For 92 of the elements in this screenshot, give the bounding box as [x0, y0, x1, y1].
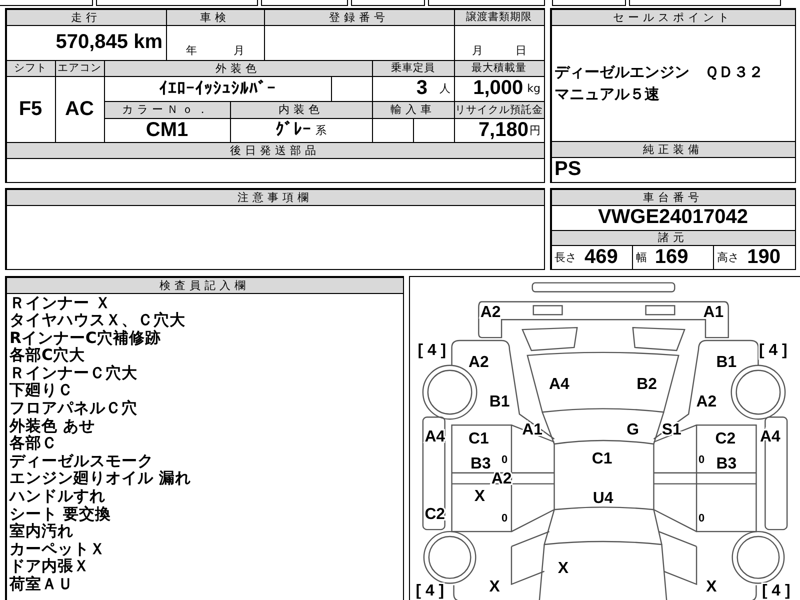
inspector-note: Ｒインナー Ｘ — [10, 294, 112, 312]
inspector-note: ＲインナーＣ穴大 — [10, 364, 138, 382]
damage-code: B3 — [716, 455, 737, 472]
dimension-label: 幅 — [636, 250, 647, 264]
damage-code: B3 — [470, 455, 491, 472]
damage-code: A2 — [480, 304, 501, 322]
damage-code: 0 — [698, 512, 705, 525]
chassis-number-value: VWGE24017042 — [598, 206, 748, 229]
inspector-note: フロアパネルＣ穴 — [10, 400, 138, 418]
damage-code: X — [558, 560, 569, 577]
unit-label: 円 — [530, 122, 540, 138]
inspector-note: ハンドルすれ — [10, 488, 106, 506]
mileage-value: 570,845 km — [56, 31, 162, 54]
max-load-value: 1,000 — [473, 77, 524, 100]
inspector-note: 各部C穴大 — [10, 347, 86, 365]
color-number-value: CM1 — [146, 118, 188, 142]
dimension-label: 長さ — [554, 250, 576, 264]
damage-code: A2 — [468, 354, 489, 371]
damage-code: A1 — [703, 304, 724, 322]
inspector-note: シート 要交換 — [10, 506, 112, 523]
header-cell: 注意事項欄 — [6, 190, 544, 204]
damage-code: [ 4 ] — [759, 342, 788, 359]
header-cell: リサイクル預託金 — [454, 102, 544, 118]
header-cell: エアコン — [56, 60, 104, 76]
damage-code: G — [626, 422, 640, 439]
header-cell: 車検 — [166, 10, 264, 24]
damage-code: C1 — [592, 450, 612, 468]
damage-code: [ 4 ] — [762, 582, 790, 600]
interior-color-value: ｸﾞﾚｰ — [276, 120, 312, 140]
inspector-note: カーペットＸ — [10, 540, 106, 558]
damage-code: C2 — [424, 506, 446, 524]
damage-code: X — [474, 488, 485, 506]
aircon-value: AC — [65, 98, 94, 120]
dimension-value: 190 — [747, 246, 781, 268]
damage-code: C2 — [715, 430, 736, 448]
unit-label: 月 — [233, 42, 244, 58]
inspector-note: タイヤハウスＸ、Ｃ穴大 — [10, 312, 186, 330]
dimension-value: 469 — [584, 246, 618, 268]
damage-code: 0 — [501, 454, 508, 466]
header-cell: 譲渡書類期限 — [454, 10, 544, 24]
damage-code: B2 — [636, 376, 657, 393]
equipment-value: PS — [554, 158, 582, 181]
damage-code: A4 — [549, 376, 570, 393]
damage-code: [ 4 ] — [418, 342, 446, 359]
inspector-note: エンジン廻りオイル 漏れ — [10, 470, 192, 488]
header-cell: 純正装備 — [552, 142, 794, 156]
damage-code: [ 4 ] — [416, 582, 444, 600]
damage-code: U4 — [592, 490, 614, 508]
inspector-note: 室内汚れ — [10, 523, 74, 541]
header-cell: 輸入車 — [372, 102, 454, 118]
damage-code: B1 — [489, 394, 510, 411]
unit-label: 年 — [186, 42, 197, 58]
inspector-note: RインナーC穴補修跡 — [10, 330, 162, 347]
header-cell: セールスポイント — [552, 10, 794, 24]
header-cell: 外装色 — [104, 60, 372, 76]
damage-code: X — [489, 578, 500, 596]
unit-label: 日 — [515, 42, 526, 58]
header-cell: シフト — [6, 60, 54, 76]
header-cell: カラーＮｏ． — [104, 102, 230, 118]
header-cell: 検査員記入欄 — [6, 278, 402, 292]
header-cell: 走行 — [6, 10, 166, 24]
unit-label: kg — [527, 82, 540, 95]
damage-code: 0 — [501, 512, 508, 525]
suffix-label: 系 — [316, 122, 326, 138]
inspector-note: 下廻りＣ — [10, 382, 74, 400]
inspector-note: 外装色 あせ — [10, 418, 96, 435]
damage-code: X — [706, 578, 717, 596]
exterior-color-value: ｲｴﾛｰｲｯｼｭｼﾙﾊﾞｰ — [159, 78, 276, 98]
damage-code: A2 — [696, 394, 717, 411]
dimension-value: 169 — [654, 246, 688, 268]
inspector-note: 荷室ＡＵ — [10, 576, 74, 594]
header-cell: 車台番号 — [552, 190, 794, 204]
dimension-label: 高さ — [717, 250, 740, 264]
unit-label: 月 — [472, 42, 483, 58]
sales-point-text: ディーゼルエンジン ＱＤ３２ — [554, 62, 764, 82]
header-cell: 最大積載量 — [454, 60, 544, 76]
inspector-note: 各部Ｃ — [10, 435, 58, 453]
header-cell: 後日発送部品 — [6, 142, 544, 158]
capacity-value: 3 — [416, 77, 428, 100]
shift-value: F5 — [18, 98, 42, 120]
header-cell: 諸元 — [552, 230, 794, 244]
sales-point-text: マニュアル５速 — [554, 84, 660, 104]
damage-code: B1 — [716, 354, 737, 371]
header-cell: 乗車定員 — [372, 60, 454, 76]
recycle-fee-value: 7,180 — [478, 118, 528, 142]
header-cell: 登録番号 — [264, 10, 454, 24]
header-cell: 内装色 — [230, 102, 372, 118]
inspector-note: ドア内張Ｘ — [10, 558, 90, 576]
damage-code: 0 — [698, 454, 705, 466]
damage-code: C1 — [468, 430, 489, 448]
unit-label: 人 — [440, 81, 450, 96]
inspector-note: ディーゼルスモーク — [10, 452, 154, 470]
